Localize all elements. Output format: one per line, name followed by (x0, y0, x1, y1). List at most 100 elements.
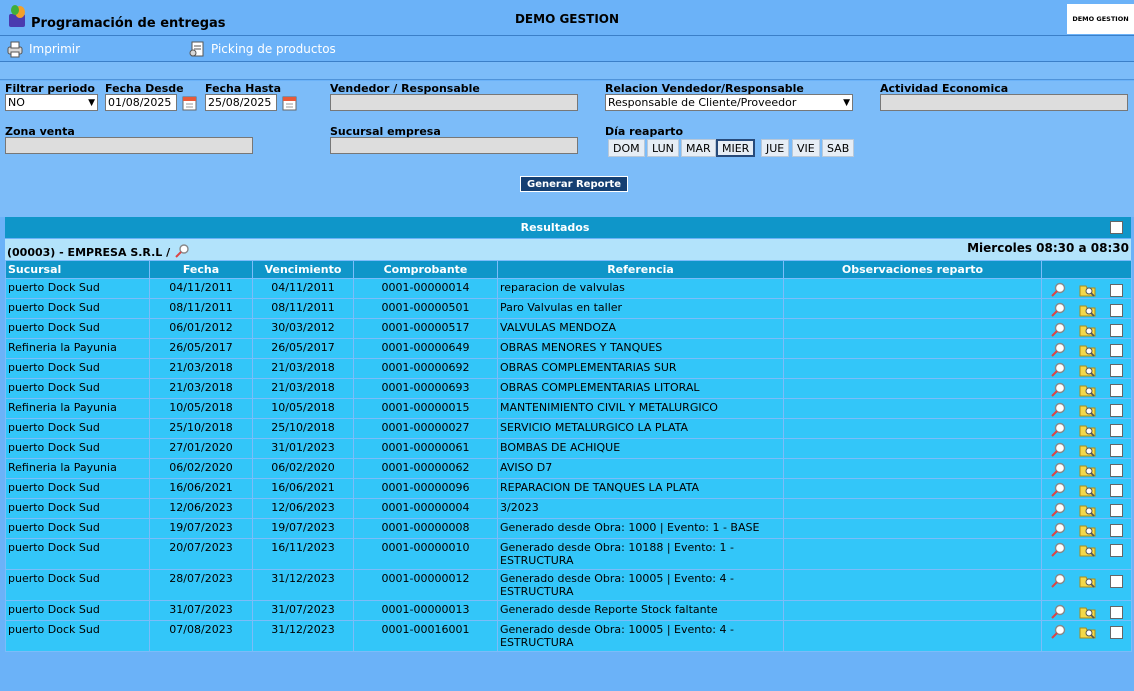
picking-button[interactable]: Picking de productos (188, 40, 336, 58)
table-row: Refineria la Payunia 10/05/2018 10/05/2018… (5, 398, 1132, 419)
row-checkbox[interactable] (1110, 463, 1123, 477)
row-checkbox[interactable] (1110, 625, 1123, 639)
cell-observaciones (783, 620, 1042, 652)
column-header-fecha[interactable]: Fecha (149, 260, 253, 279)
magnifier-icon[interactable] (1050, 302, 1066, 318)
column-header-comprobante[interactable]: Comprobante (353, 260, 498, 279)
cell-comprobante: 0001-00000501 (353, 298, 498, 319)
printer-icon (7, 41, 23, 58)
cell-observaciones (783, 358, 1042, 379)
cell-sucursal: puerto Dock Sud (5, 569, 150, 601)
column-header-vencimiento[interactable]: Vencimiento (252, 260, 354, 279)
row-actions (1042, 282, 1131, 298)
folder-search-icon[interactable] (1079, 302, 1097, 318)
actividad-input[interactable] (880, 94, 1128, 111)
select-all-checkbox[interactable] (1110, 221, 1123, 234)
cell-referencia: BOMBAS DE ACHIQUE (497, 438, 784, 459)
magnifier-icon[interactable] (1050, 482, 1066, 498)
magnifier-icon[interactable] (1050, 624, 1066, 640)
row-checkbox[interactable] (1110, 283, 1123, 297)
row-actions (1042, 402, 1131, 418)
row-checkbox[interactable] (1110, 403, 1123, 417)
folder-search-icon[interactable] (1079, 282, 1097, 298)
row-checkbox[interactable] (1110, 443, 1123, 457)
brand-logo: DEMO GESTION (1067, 4, 1134, 34)
calendar-icon[interactable] (281, 94, 299, 112)
day-button-sab[interactable]: SAB (822, 139, 855, 157)
folder-search-icon[interactable] (1079, 462, 1097, 478)
cell-sucursal: puerto Dock Sud (5, 620, 150, 652)
periodo-value: NO (8, 96, 25, 109)
row-checkbox[interactable] (1110, 503, 1123, 517)
calendar-icon[interactable] (181, 94, 199, 112)
folder-search-icon[interactable] (1079, 482, 1097, 498)
row-checkbox[interactable] (1110, 523, 1123, 537)
cell-sucursal: puerto Dock Sud (5, 600, 150, 621)
generate-report-button[interactable]: Generar Reporte (520, 176, 628, 192)
sucursal-input[interactable] (330, 137, 578, 154)
day-button-mar[interactable]: MAR (681, 139, 716, 157)
hasta-input[interactable] (205, 94, 277, 111)
column-header-sucursal[interactable]: Sucursal (5, 260, 150, 279)
magnifier-icon[interactable] (1050, 342, 1066, 358)
magnifier-icon[interactable] (1050, 573, 1066, 589)
row-checkbox[interactable] (1110, 423, 1123, 437)
day-button-lun[interactable]: LUN (647, 139, 679, 157)
day-button-vie[interactable]: VIE (792, 139, 820, 157)
cell-observaciones (783, 478, 1042, 499)
folder-search-icon[interactable] (1079, 322, 1097, 338)
relacion-select[interactable]: Responsable de Cliente/Proveedor ▼ (605, 94, 853, 111)
print-button[interactable]: Imprimir (6, 40, 80, 58)
cell-comprobante: 0001-00000004 (353, 498, 498, 519)
magnifier-icon[interactable] (174, 244, 190, 258)
magnifier-icon[interactable] (1050, 502, 1066, 518)
folder-search-icon[interactable] (1079, 604, 1097, 620)
row-checkbox[interactable] (1110, 543, 1123, 557)
cell-observaciones (783, 438, 1042, 459)
folder-search-icon[interactable] (1079, 522, 1097, 538)
periodo-select[interactable]: NO ▼ (5, 94, 98, 111)
day-button-mier[interactable]: MIER (716, 139, 756, 157)
column-header-referencia[interactable]: Referencia (497, 260, 784, 279)
row-checkbox[interactable] (1110, 383, 1123, 397)
folder-search-icon[interactable] (1079, 402, 1097, 418)
row-checkbox[interactable] (1110, 363, 1123, 377)
magnifier-icon[interactable] (1050, 462, 1066, 478)
cell-actions (1041, 478, 1132, 499)
folder-search-icon[interactable] (1079, 442, 1097, 458)
magnifier-icon[interactable] (1050, 604, 1066, 620)
column-header-observaciones[interactable]: Observaciones reparto (783, 260, 1042, 279)
row-checkbox[interactable] (1110, 343, 1123, 357)
magnifier-icon[interactable] (1050, 282, 1066, 298)
folder-search-icon[interactable] (1079, 382, 1097, 398)
row-checkbox[interactable] (1110, 483, 1123, 497)
day-button-jue[interactable]: JUE (761, 139, 790, 157)
zona-input[interactable] (5, 137, 253, 154)
folder-search-icon[interactable] (1079, 342, 1097, 358)
row-checkbox[interactable] (1110, 605, 1123, 619)
desde-input[interactable] (105, 94, 177, 111)
magnifier-icon[interactable] (1050, 382, 1066, 398)
magnifier-icon[interactable] (1050, 422, 1066, 438)
row-checkbox[interactable] (1110, 303, 1123, 317)
magnifier-icon[interactable] (1050, 522, 1066, 538)
row-actions (1042, 442, 1131, 458)
row-checkbox[interactable] (1110, 574, 1123, 588)
cell-actions (1041, 538, 1132, 570)
magnifier-icon[interactable] (1050, 442, 1066, 458)
folder-search-icon[interactable] (1079, 573, 1097, 589)
folder-search-icon[interactable] (1079, 362, 1097, 378)
folder-search-icon[interactable] (1079, 502, 1097, 518)
magnifier-icon[interactable] (1050, 322, 1066, 338)
magnifier-icon[interactable] (1050, 362, 1066, 378)
folder-search-icon[interactable] (1079, 542, 1097, 558)
folder-search-icon[interactable] (1079, 624, 1097, 640)
magnifier-icon[interactable] (1050, 542, 1066, 558)
cell-actions (1041, 278, 1132, 299)
cell-fecha: 27/01/2020 (149, 438, 253, 459)
vendedor-input[interactable] (330, 94, 578, 111)
row-checkbox[interactable] (1110, 323, 1123, 337)
day-button-dom[interactable]: DOM (608, 139, 645, 157)
folder-search-icon[interactable] (1079, 422, 1097, 438)
magnifier-icon[interactable] (1050, 402, 1066, 418)
